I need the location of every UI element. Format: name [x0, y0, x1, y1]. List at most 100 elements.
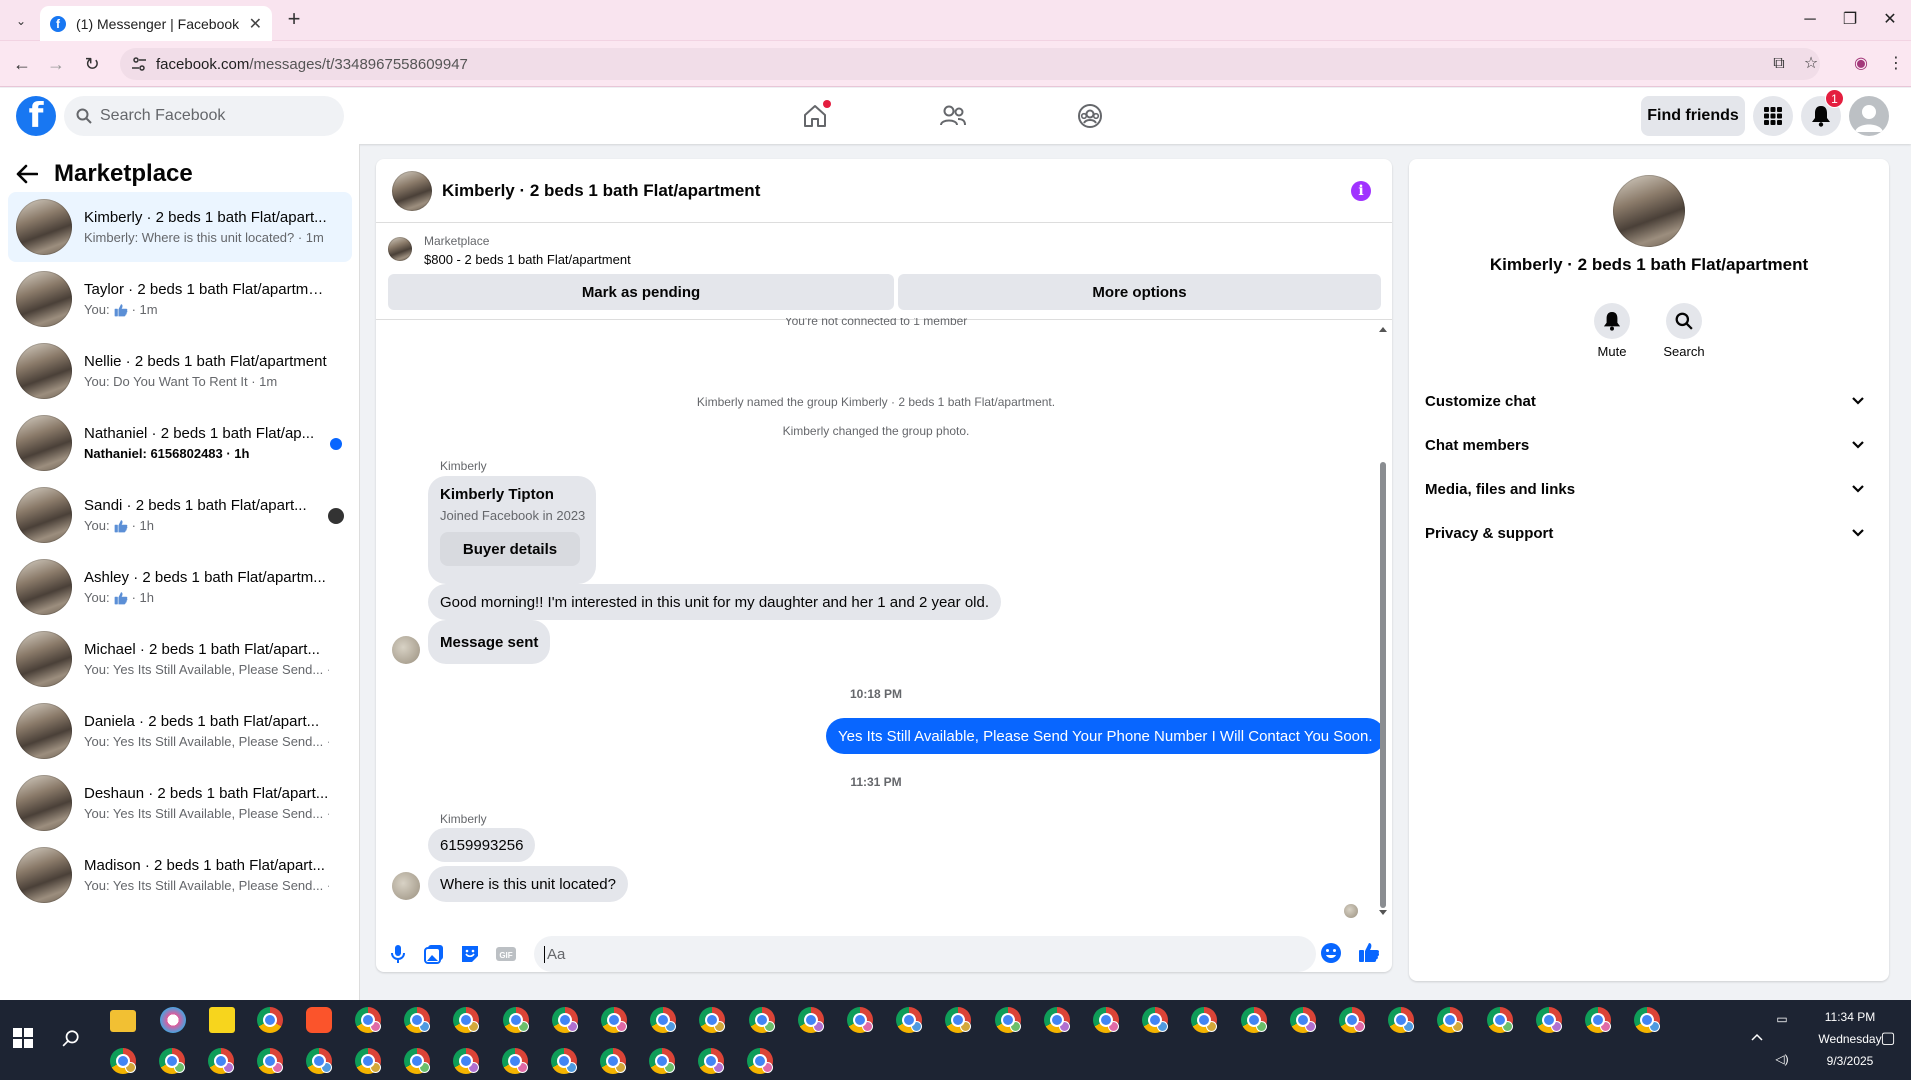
like-thumbs-up-icon[interactable] [1358, 941, 1380, 963]
chrome-profile-icon[interactable] [355, 1048, 381, 1074]
chrome-profile-icon[interactable] [847, 1007, 873, 1033]
address-bar[interactable]: facebook.com/messages/t/3348967558609947 [120, 48, 1820, 80]
conversation-item[interactable]: Nathaniel · 2 beds 1 bath Flat/ap... Nath… [8, 408, 352, 478]
chrome-profile-icon[interactable] [159, 1048, 185, 1074]
chrome-profile-icon[interactable] [896, 1007, 922, 1033]
chrome-profile-icon[interactable] [601, 1007, 627, 1033]
windows-start-icon[interactable] [13, 1028, 33, 1048]
friends-nav-button[interactable] [933, 100, 973, 132]
sender-avatar[interactable] [392, 636, 420, 664]
chrome-profile-icon[interactable] [1634, 1007, 1660, 1033]
buyer-details-button[interactable]: Buyer details [440, 532, 580, 566]
chrome-profile-icon[interactable] [208, 1048, 234, 1074]
conversation-item[interactable]: Sandi · 2 beds 1 bath Flat/apart... You: ·… [8, 480, 352, 550]
emoji-icon[interactable] [1320, 942, 1342, 964]
chrome-profile-icon[interactable] [1191, 1007, 1217, 1033]
account-avatar-button[interactable] [1849, 96, 1889, 136]
chrome-profile-icon[interactable] [1437, 1007, 1463, 1033]
chrome-profile-icon[interactable] [110, 1048, 136, 1074]
chrome-icon[interactable] [257, 1007, 283, 1033]
minimize-window-button[interactable]: ─ [1790, 8, 1830, 32]
chrome-profile-icon[interactable] [747, 1048, 773, 1074]
mark-as-pending-button[interactable]: Mark as pending [388, 274, 894, 310]
menu-grid-button[interactable] [1753, 96, 1793, 136]
chrome-profile-icon[interactable] [552, 1007, 578, 1033]
site-settings-icon[interactable] [131, 56, 147, 72]
chrome-profile-icon[interactable] [1142, 1007, 1168, 1033]
chrome-profile-icon[interactable] [257, 1048, 283, 1074]
conversation-item[interactable]: Kimberly · 2 beds 1 bath Flat/apart... Ki… [8, 192, 352, 262]
message-bubble-incoming[interactable]: Message sent [428, 620, 551, 664]
message-bubble-incoming[interactable]: Where is this unit located? [428, 866, 628, 902]
chrome-profile-icon[interactable] [945, 1007, 971, 1033]
microphone-icon[interactable] [387, 943, 409, 965]
conversation-item[interactable]: Daniela · 2 beds 1 bath Flat/apart... You… [8, 696, 352, 766]
chrome-profile-icon[interactable] [551, 1048, 577, 1074]
install-app-icon[interactable]: ⧉ [1768, 53, 1790, 75]
new-tab-button[interactable]: + [282, 8, 306, 32]
browser-menu-icon[interactable]: ⋮ [1885, 53, 1907, 75]
chrome-profile-icon[interactable] [306, 1048, 332, 1074]
mute-button[interactable] [1594, 303, 1630, 339]
volume-icon[interactable]: ◁) [1772, 1052, 1792, 1066]
chrome-profile-icon[interactable] [453, 1048, 479, 1074]
chrome-profile-icon[interactable] [453, 1007, 479, 1033]
back-button[interactable]: ← [10, 52, 34, 76]
find-friends-button[interactable]: Find friends [1641, 96, 1745, 136]
taskbar-search-icon[interactable] [62, 1029, 80, 1047]
listing-title[interactable]: $800 - 2 beds 1 bath Flat/apartment [424, 252, 631, 267]
gif-icon[interactable]: GIF [495, 943, 517, 965]
bookmark-star-icon[interactable]: ☆ [1800, 53, 1822, 75]
chrome-profile-icon[interactable] [1585, 1007, 1611, 1033]
chat-scrollbar-thumb[interactable] [1380, 462, 1386, 908]
media-files-links-section[interactable]: Media, files and links [1425, 469, 1873, 509]
chrome-profile-icon[interactable] [1044, 1007, 1070, 1033]
search-in-conversation-button[interactable] [1666, 303, 1702, 339]
forward-button[interactable]: → [44, 52, 68, 76]
chrome-profile-icon[interactable] [1339, 1007, 1365, 1033]
conversation-item[interactable]: Michael · 2 beds 1 bath Flat/apart... You… [8, 624, 352, 694]
conversation-item[interactable]: Deshaun · 2 beds 1 bath Flat/apart... You… [8, 768, 352, 838]
photo-icon[interactable] [423, 943, 445, 965]
message-bubble-incoming[interactable]: 6159993256 [428, 828, 536, 862]
listing-thumbnail[interactable] [388, 237, 412, 261]
chrome-profile-icon[interactable] [600, 1048, 626, 1074]
sticker-icon[interactable] [459, 943, 481, 965]
sticky-notes-icon[interactable] [209, 1007, 235, 1033]
chrome-profile-icon[interactable] [995, 1007, 1021, 1033]
chrome-profile-icon[interactable] [503, 1007, 529, 1033]
chrome-profile-icon[interactable] [502, 1048, 528, 1074]
conversation-item[interactable]: Nellie · 2 beds 1 bath Flat/apartment You… [8, 336, 352, 406]
group-avatar[interactable] [1613, 175, 1685, 247]
chrome-profile-icon[interactable] [650, 1007, 676, 1033]
tray-chevron-up-icon[interactable] [1750, 1032, 1764, 1042]
chrome-profile-icon[interactable] [699, 1007, 725, 1033]
chat-title[interactable]: Kimberly · 2 beds 1 bath Flat/apartment [442, 181, 760, 201]
info-icon[interactable]: i [1351, 181, 1371, 201]
notification-center-icon[interactable]: ▢ [1878, 1028, 1898, 1048]
brave-icon[interactable] [306, 1007, 332, 1033]
chrome-profile-icon[interactable] [404, 1007, 430, 1033]
paint-app-icon[interactable] [160, 1007, 186, 1033]
chrome-profile-icon[interactable] [1536, 1007, 1562, 1033]
tab-search-dropdown-icon[interactable]: ⌄ [10, 10, 32, 32]
close-window-button[interactable]: ✕ [1870, 8, 1910, 32]
file-explorer-icon[interactable] [110, 1010, 136, 1032]
profile-icon[interactable]: ◉ [1850, 53, 1872, 75]
message-bubble-incoming[interactable]: Good morning!! I'm interested in this un… [428, 584, 1002, 620]
chrome-profile-icon[interactable] [749, 1007, 775, 1033]
clock-time[interactable]: 11:34 PM [1800, 1010, 1900, 1024]
facebook-search-input[interactable]: Search Facebook [64, 96, 344, 136]
chrome-profile-icon[interactable] [404, 1048, 430, 1074]
close-tab-icon[interactable]: ✕ [249, 14, 262, 34]
network-icon[interactable]: ▭ [1772, 1012, 1792, 1026]
reload-button[interactable]: ↻ [80, 52, 104, 76]
chrome-profile-icon[interactable] [1388, 1007, 1414, 1033]
groups-nav-button[interactable] [1070, 100, 1110, 132]
chrome-profile-icon[interactable] [1487, 1007, 1513, 1033]
restore-window-button[interactable]: ❐ [1830, 8, 1870, 32]
clock-date[interactable]: 9/3/2025 [1800, 1054, 1900, 1068]
conversation-item[interactable]: Madison · 2 beds 1 bath Flat/apart... You… [8, 840, 352, 910]
chrome-profile-icon[interactable] [698, 1048, 724, 1074]
browser-tab-messenger[interactable]: f (1) Messenger | Facebook ✕ [40, 6, 272, 41]
